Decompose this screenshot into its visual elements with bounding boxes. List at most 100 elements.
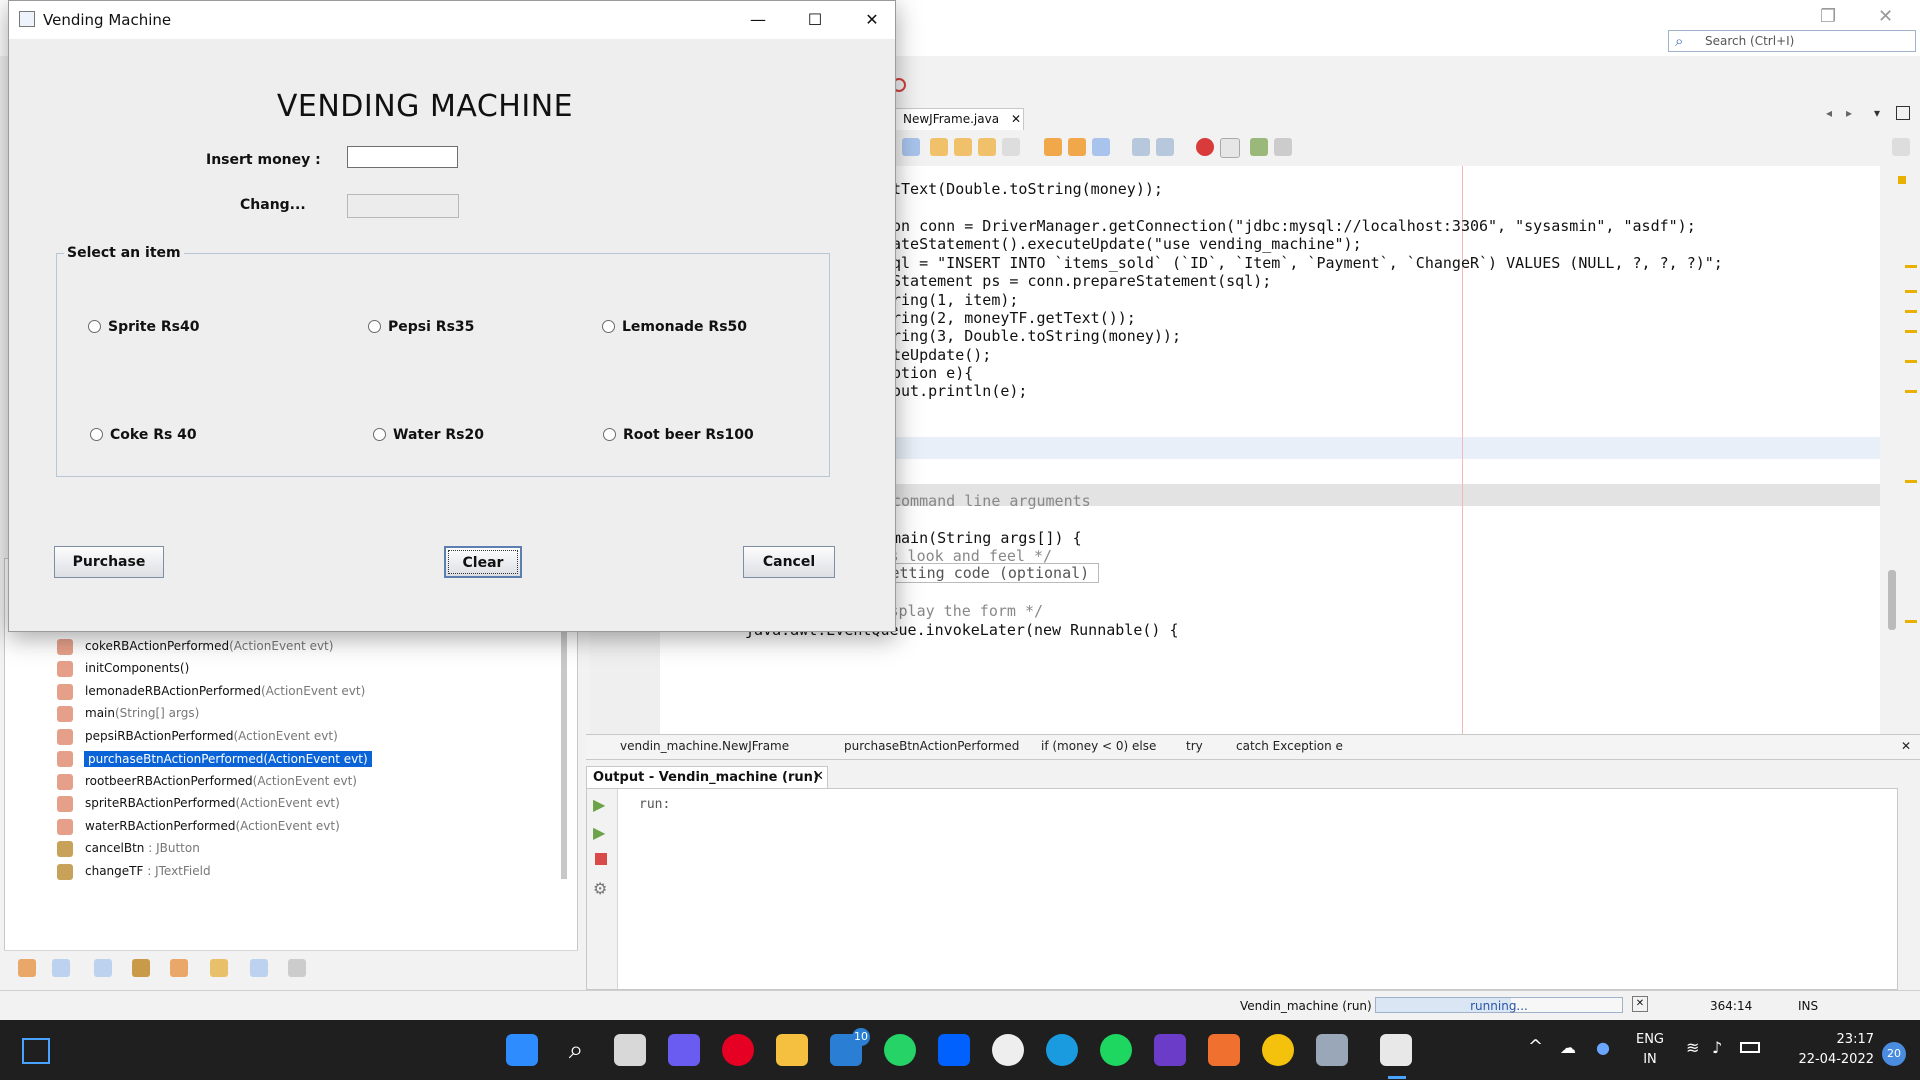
xampp-icon[interactable] [1208,1034,1240,1066]
sort-source-icon[interactable] [288,959,306,977]
next-occurrence-icon[interactable] [1068,138,1086,156]
money-input[interactable] [347,146,458,168]
navigator-item[interactable]: pepsiRBActionPerformed(ActionEvent evt) [85,729,338,743]
close-icon[interactable]: ✕ [1878,6,1893,27]
dropdown-icon[interactable]: ▾ [1874,106,1880,120]
rerun-args-icon[interactable]: ▶ [593,823,605,842]
uncomment-icon[interactable] [1274,138,1292,156]
edge-icon[interactable] [1046,1034,1078,1066]
dropbox-icon[interactable] [938,1034,970,1066]
rerun-icon[interactable]: ▶ [593,795,605,814]
breadcrumb-item[interactable]: vendin_machine.NewJFrame [620,739,789,753]
inherited-icon[interactable] [170,959,188,977]
split-icon[interactable] [1892,138,1910,156]
filter-icon[interactable] [18,959,36,977]
purchase-button[interactable]: Purchase [54,546,164,578]
widgets-icon[interactable] [22,1038,50,1064]
cancel-button[interactable]: Cancel [743,546,835,578]
breadcrumb-item[interactable]: purchaseBtnActionPerformed [844,739,1019,753]
next-bookmark-icon[interactable] [954,138,972,156]
clear-button[interactable]: Clear [444,546,522,578]
close-breadcrumb-icon[interactable]: ✕ [1901,739,1911,753]
select-icon[interactable] [1002,138,1020,156]
navigator-item[interactable]: initComponents() [85,661,189,675]
navigator-item[interactable]: cokeRBActionPerformed(ActionEvent evt) [85,639,333,653]
pinterest-icon[interactable] [722,1034,754,1066]
find-icon[interactable] [902,138,920,156]
breadcrumb-item[interactable]: try [1186,739,1203,753]
onedrive-icon[interactable]: ☁ [1560,1038,1576,1057]
start-macro-icon[interactable] [1196,138,1214,156]
stop-macro-icon[interactable] [1220,138,1240,158]
start-icon[interactable] [506,1034,538,1066]
output-panel[interactable]: ▶ ▶ ⚙ run: [586,788,1898,990]
virtualbox-icon[interactable] [1316,1034,1348,1066]
navigator-item[interactable]: rootbeerRBActionPerformed(ActionEvent ev… [85,774,357,788]
lang-top[interactable]: ENG [1630,1032,1670,1047]
restore-icon[interactable]: ❐ [1820,6,1836,27]
wifi-icon[interactable]: ≋ [1686,1038,1699,1057]
shift-left-icon[interactable] [1132,138,1150,156]
lock-icon[interactable] [132,959,150,977]
settings-icon[interactable]: ⚙ [593,879,607,898]
toggle-highlight-icon[interactable] [1092,138,1110,156]
clock-date[interactable]: 22-04-2022 [1778,1052,1874,1067]
search-icon: ⌕ [1675,32,1684,50]
microphone-icon[interactable]: ● [1596,1038,1610,1057]
tab-output[interactable]: Output - Vendin_machine (run) ✕ [586,766,828,788]
shift-right-icon[interactable] [1156,138,1174,156]
close-output-icon[interactable]: ✕ [813,769,824,784]
minimize-icon[interactable]: — [731,5,785,35]
member-name: pepsiRBActionPerformed [85,728,234,743]
app-icon[interactable] [992,1034,1024,1066]
spotify-icon[interactable] [1100,1034,1132,1066]
window-title-bar[interactable]: Vending Machine — ☐ ✕ [9,1,895,39]
code-line: out.println(e); [892,382,1028,400]
prev-occurrence-icon[interactable] [1044,138,1062,156]
search-icon[interactable]: ⌕ [560,1034,592,1066]
breadcrumb-item[interactable]: if (money < 0) else [1041,739,1156,753]
whatsapp-icon[interactable] [884,1034,916,1066]
anon-icon[interactable] [210,959,228,977]
close-tab-icon[interactable]: ✕ [1011,112,1021,126]
navigator-toolbar [4,950,578,991]
toggle-bookmark-icon[interactable] [978,138,996,156]
chevron-up-icon[interactable]: ^ [1528,1036,1543,1057]
java-icon[interactable] [1380,1034,1412,1066]
status-project: Vendin_machine (run) [1240,999,1372,1013]
maximize-icon[interactable] [1896,106,1910,120]
notification-count[interactable]: 20 [1882,1042,1906,1066]
page-title: VENDING MACHINE [276,89,574,124]
maximize-icon[interactable]: ☐ [788,5,842,35]
navigator-item[interactable]: purchaseBtnActionPerformed(ActionEvent e… [84,751,372,767]
battery-icon[interactable] [1740,1042,1760,1053]
teams-chat-icon[interactable] [668,1034,700,1066]
prev-bookmark-icon[interactable] [930,138,948,156]
navigator-item[interactable]: main(String[] args) [85,706,199,720]
navigator-item[interactable]: lemonadeRBActionPerformed(ActionEvent ev… [85,684,365,698]
tab-newjframe[interactable]: NewJFrame.java ✕ [894,108,1024,130]
file-explorer-icon[interactable] [776,1034,808,1066]
webex-icon[interactable] [1154,1034,1186,1066]
stop-icon[interactable] [595,853,607,865]
volume-icon[interactable]: ♪ [1712,1038,1722,1057]
navigator-item[interactable]: waterRBActionPerformed(ActionEvent evt) [85,819,340,833]
lang-bottom[interactable]: IN [1630,1052,1670,1067]
chrome-icon[interactable] [1262,1034,1294,1066]
breadcrumb-item[interactable]: catch Exception e [1236,739,1343,753]
editor-scrollbar[interactable] [1888,570,1896,630]
static-icon[interactable] [94,959,112,977]
navigator-item[interactable]: spriteRBActionPerformed(ActionEvent evt) [85,796,340,810]
cancel-progress-icon[interactable]: ✕ [1632,996,1648,1012]
sort-name-icon[interactable] [250,959,268,977]
close-icon[interactable]: ✕ [845,5,899,35]
ide-search-box[interactable]: ⌕ Search (Ctrl+I) [1668,30,1916,52]
task-view-icon[interactable] [614,1034,646,1066]
navigator-item[interactable]: cancelBtn : JButton [85,841,200,855]
comment-icon[interactable] [1250,138,1268,156]
navigator-item[interactable]: changeTF : JTextField [85,864,211,878]
clock-time[interactable]: 23:17 [1778,1032,1874,1047]
scroll-right-icon[interactable]: ▸ [1846,106,1852,120]
scroll-left-icon[interactable]: ◂ [1826,106,1832,120]
fields-icon[interactable] [52,959,70,977]
